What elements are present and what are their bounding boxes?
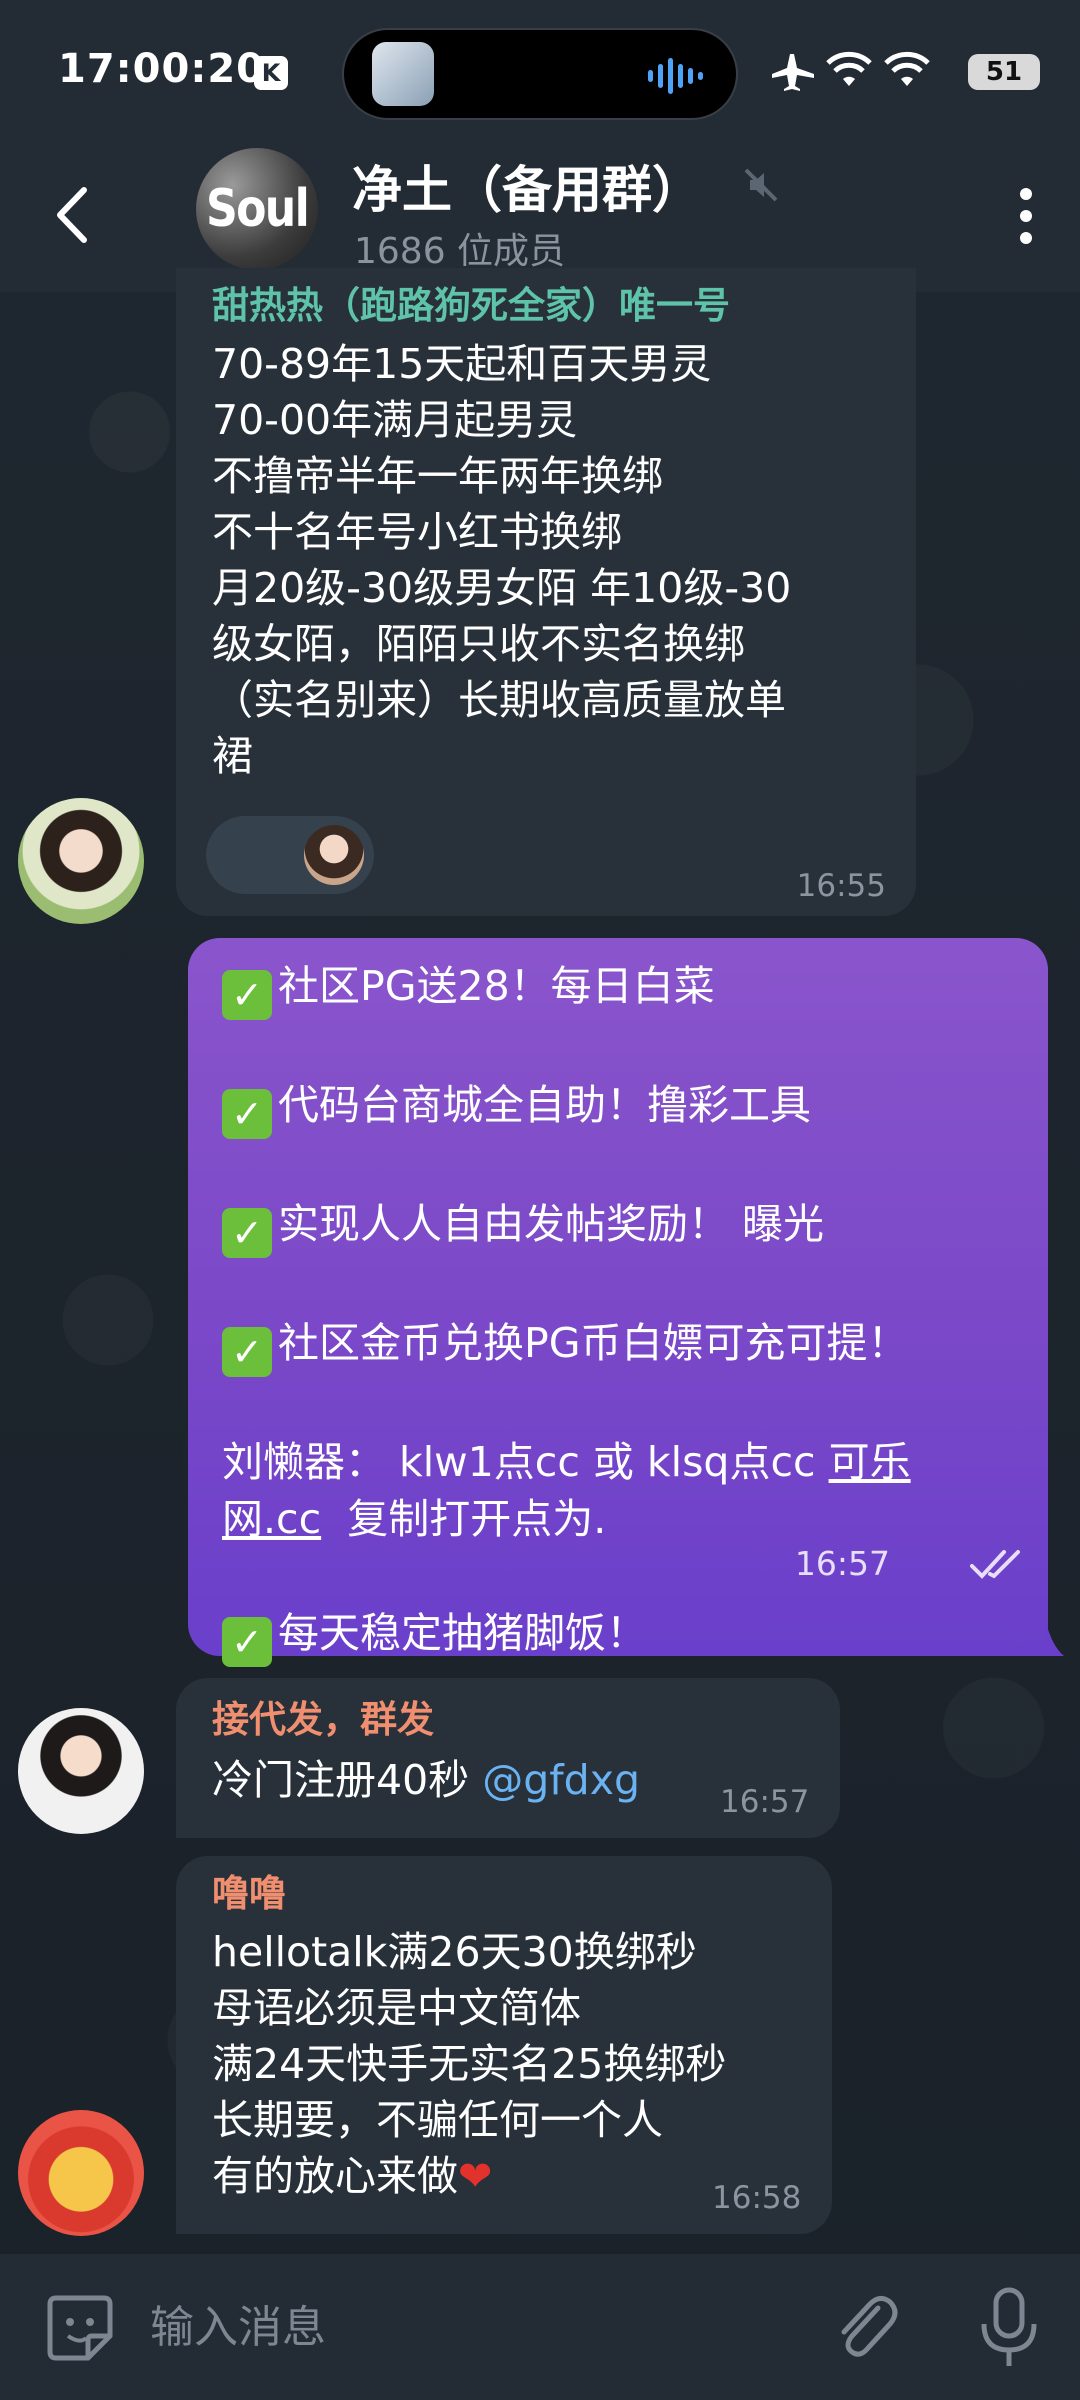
double-check-icon	[970, 1550, 1020, 1579]
check-mark-icon: ✓	[222, 970, 272, 1020]
message-time: 16:57	[720, 1784, 810, 1820]
message-line: 有的放心来做❤	[212, 2152, 493, 2200]
message-bubble-incoming[interactable]: 甜热热（跑路狗死全家）唯一号 70-89年15天起和百天男灵 70-00年满月起…	[176, 268, 916, 916]
check-mark-icon: ✓	[222, 1089, 272, 1139]
message-line: 母语必须是中文简体	[212, 1984, 581, 2032]
link[interactable]: 网.cc	[222, 1495, 321, 1543]
more-options-icon[interactable]	[1006, 184, 1046, 248]
message-bubble-incoming[interactable]: 接代发，群发 冷门注册40秒 @gfdxg 16:57	[176, 1678, 840, 1838]
user-avatar[interactable]	[18, 1708, 144, 1834]
message-line: 不十名年号小红书换绑	[212, 508, 622, 556]
paperclip-icon[interactable]	[828, 2288, 900, 2368]
message-text: 70-89年15天起和百天男灵 70-00年满月起男灵 不撸帝半年一年两年换绑 …	[212, 336, 791, 784]
message-line: hellotalk满26天30换绑秒	[212, 1928, 697, 1976]
back-arrow-icon[interactable]	[48, 180, 98, 250]
dynamic-island[interactable]	[342, 28, 738, 120]
bubble-tail	[1046, 1622, 1064, 1656]
message-line: （实名别来）长期收高质量放单	[212, 676, 786, 724]
sender-name[interactable]: 接代发，群发	[212, 1696, 434, 1744]
status-bar: 17:00:20 K 51	[0, 0, 1080, 140]
link[interactable]: 可乐	[829, 1438, 911, 1486]
message-line: 网.cc 复制打开点为.	[222, 1495, 607, 1543]
microphone-icon[interactable]	[976, 2286, 1042, 2370]
check-mark-icon: ✓	[222, 1208, 272, 1258]
audio-wave-icon	[648, 58, 703, 94]
message-line: ✓ 实现人人自由发帖奖励！ 曝光	[222, 1196, 911, 1258]
message-line: 裙	[212, 732, 253, 780]
status-time: 17:00:20	[58, 46, 265, 92]
sticker-icon[interactable]	[42, 2290, 118, 2366]
check-mark-icon: ✓	[222, 1617, 272, 1667]
wifi-icon	[826, 51, 872, 86]
sender-name[interactable]: 噜噜	[212, 1870, 286, 1918]
member-count: 1686 位成员	[354, 231, 566, 272]
message-line: ✓ 社区金币兑换PG币白嫖可充可提！	[222, 1315, 911, 1377]
message-line: ✓ 代码台商城全自助！撸彩工具	[222, 1077, 911, 1139]
message-line: 70-00年满月起男灵	[212, 396, 578, 444]
message-input[interactable]	[148, 2292, 788, 2362]
message-line: 长期要，不骗任何一个人	[212, 2096, 663, 2144]
check-mark-icon: ✓	[222, 1327, 272, 1377]
message-line: 不撸帝半年一年两年换绑	[212, 452, 663, 500]
message-line: 满24天快手无实名25换绑秒	[212, 2040, 727, 2088]
reaction-pill[interactable]	[206, 816, 374, 894]
battery-indicator: 51	[968, 54, 1040, 90]
airplane-icon	[772, 54, 814, 91]
message-composer	[0, 2254, 1080, 2400]
message-time: 16:55	[796, 868, 886, 904]
sender-name[interactable]: 甜热热（跑路狗死全家）唯一号	[212, 282, 730, 330]
message-bubble-outgoing[interactable]: ✓ 社区PG送28！每日白菜 ✓ 代码台商城全自助！撸彩工具 ✓ 实现人人自由发帖奖励…	[188, 938, 1048, 1667]
message-line: ✓ 社区PG送28！每日白菜	[222, 958, 911, 1020]
user-avatar[interactable]	[18, 2110, 144, 2236]
group-avatar-label: Soul	[205, 179, 310, 239]
now-playing-app-icon	[372, 42, 434, 106]
heart-emoji: ❤	[458, 2152, 493, 2200]
message-time: 16:57	[794, 1544, 890, 1583]
k-app-icon: K	[254, 56, 288, 90]
mention-link[interactable]: @gfdxg	[482, 1756, 640, 1804]
message-line: 级女陌，陌陌只收不实名换绑	[212, 620, 745, 668]
message-line: 70-89年15天起和百天男灵	[212, 340, 712, 388]
message-bubble-incoming[interactable]: 噜噜 hellotalk满26天30换绑秒 母语必须是中文简体 满24天快手无实…	[176, 1856, 832, 2234]
reactor-avatar	[304, 825, 364, 885]
message-text: hellotalk满26天30换绑秒 母语必须是中文简体 满24天快手无实名25…	[212, 1924, 726, 2204]
message-line: 刘懒器： klw1点cc 或 klsq点cc 可乐	[222, 1438, 911, 1486]
message-text: 冷门注册40秒 @gfdxg	[212, 1756, 640, 1804]
message-time: 16:58	[712, 2180, 802, 2216]
wifi-icon-secondary	[884, 51, 930, 86]
group-avatar[interactable]: Soul	[196, 148, 318, 270]
group-title[interactable]: 净土（备用群）	[352, 150, 702, 222]
message-line: 月20级-30级男女陌 年10级-30	[212, 564, 792, 612]
user-avatar[interactable]	[18, 798, 144, 924]
message-line: ✓ 每天稳定抽猪脚饭！	[222, 1605, 911, 1667]
mute-icon	[744, 168, 778, 202]
